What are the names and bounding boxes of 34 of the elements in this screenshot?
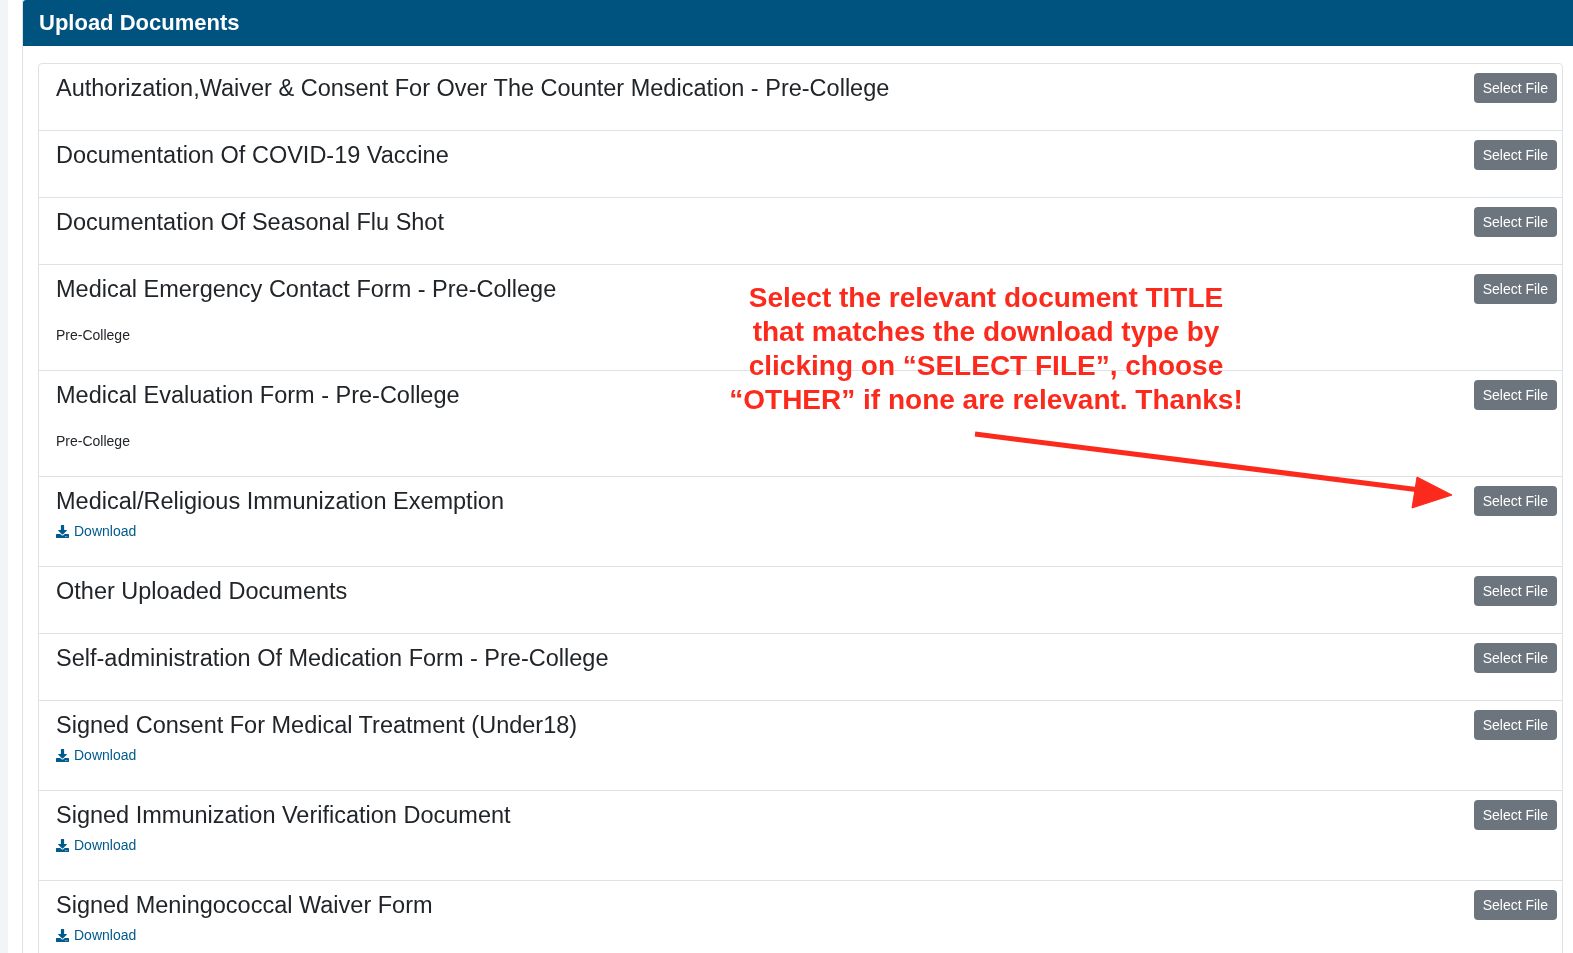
download-link[interactable]: Download (56, 521, 137, 541)
document-title: Signed Immunization Verification Document (56, 802, 511, 828)
annotation-text: Select the relevant document TITLE that matches the download type by clicking on “SELECT FILE”, choose “OTHER” if none are relevant. Thanks! (729, 281, 1243, 417)
document-title: Signed Consent For Medical Treatment (Under18) (56, 712, 578, 738)
document-title: Documentation Of COVID-19 Vaccine (56, 142, 449, 168)
download-link[interactable]: Download (56, 745, 137, 765)
document-title: Medical/Religious Immunization Exemption (56, 488, 504, 514)
document-title: Signed Meningococcal Waiver Form (56, 892, 433, 918)
select-file-button[interactable]: Select File (1473, 140, 1557, 170)
select-file-button[interactable]: Select File (1473, 890, 1557, 920)
select-file-button[interactable]: Select File (1473, 576, 1557, 606)
select-file-button[interactable]: Select File (1473, 274, 1557, 304)
select-file-button[interactable]: Select File (1473, 643, 1557, 673)
download-link[interactable]: Download (56, 835, 137, 855)
document-title: Authorization,Waiver & Consent For Over The Counter Medication - Pre-College (56, 75, 890, 101)
download-link[interactable]: Download (56, 925, 137, 945)
download-icon (56, 524, 69, 538)
document-note: Pre-College (56, 433, 130, 449)
select-file-button[interactable]: Select File (1473, 73, 1557, 103)
document-note: Pre-College (56, 327, 130, 343)
select-file-button[interactable]: Select File (1473, 380, 1557, 410)
document-title: Self-administration Of Medication Form - Pre-College (56, 645, 609, 671)
select-file-button[interactable]: Select File (1473, 486, 1557, 516)
select-file-button[interactable]: Select File (1473, 207, 1557, 237)
download-icon (56, 748, 69, 762)
download-icon (56, 928, 69, 942)
document-title: Medical Evaluation Form - Pre-College (56, 382, 460, 408)
document-title: Other Uploaded Documents (56, 578, 348, 604)
document-title: Documentation Of Seasonal Flu Shot (56, 209, 444, 235)
select-file-button[interactable]: Select File (1473, 800, 1557, 830)
download-icon (56, 838, 69, 852)
select-file-button[interactable]: Select File (1473, 710, 1557, 740)
document-title: Medical Emergency Contact Form - Pre-College (56, 276, 557, 302)
panel-title: Upload Documents (39, 10, 240, 36)
